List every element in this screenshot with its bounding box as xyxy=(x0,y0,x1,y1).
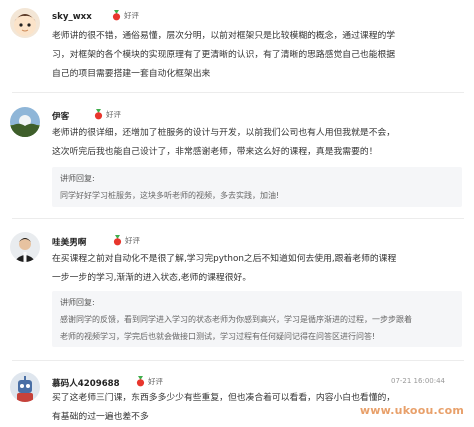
rating-label: 好评 xyxy=(148,377,163,386)
divider xyxy=(12,218,464,219)
content-line: 老师讲的很不错，通俗易懂，层次分明，以前对框架只是比较模糊的概念，通过课程的学 xyxy=(52,31,396,41)
content-line: 一步一步的学习,渐渐的进入状态,老师的课程很好。 xyxy=(52,272,252,283)
medal-icon xyxy=(94,109,103,120)
medal-icon xyxy=(136,376,145,387)
rating-label: 好评 xyxy=(124,11,139,20)
rating-badge: 好评 xyxy=(94,109,121,120)
reply-title: 讲师回复: xyxy=(60,298,95,307)
rating-label: 好评 xyxy=(125,236,140,245)
reply-title: 讲师回复: xyxy=(60,174,95,183)
user-avatar[interactable] xyxy=(10,372,40,402)
avatar-landscape-icon xyxy=(10,107,40,137)
divider xyxy=(12,92,464,93)
reply-line: 同学好好学习桩服务，这块多听老师的视频，多去实践，加油! xyxy=(60,191,280,200)
avatar-robot-icon xyxy=(10,372,40,402)
medal-icon xyxy=(113,235,122,246)
user-avatar[interactable] xyxy=(10,8,40,38)
reply-line: 老师的视频学习，学完后也就会做接口测试，学习过程有任何疑问记得在问答区进行问答! xyxy=(60,332,376,341)
avatar-person-icon xyxy=(10,232,40,262)
content-line: 自己的项目需要搭建一套自动化框架出来 xyxy=(52,68,211,79)
username[interactable]: sky_wxx xyxy=(52,12,92,22)
user-avatar[interactable] xyxy=(10,232,40,262)
watermark: www.ukoou.com xyxy=(359,404,464,417)
rating-badge: 好评 xyxy=(113,235,140,246)
content-line: 习，对框架的各个模块的实现原理有了更清晰的认识，有了清晰的思路感觉自己也能根据 xyxy=(52,49,396,60)
review-content: 老师讲的很不错，通俗易懂，层次分明，以前对框架只是比较模糊的概念，通过课程的学 … xyxy=(52,27,457,83)
rating-badge: 好评 xyxy=(136,376,163,387)
review-timestamp: 07-21 16:00:44 xyxy=(390,377,445,385)
instructor-reply: 讲师回复: 同学好好学习桩服务，这块多听老师的视频，多去实践，加油! xyxy=(52,167,462,207)
rating-badge: 好评 xyxy=(112,10,139,21)
content-line: 在买课程之前对自动化不是很了解,学习完python之后不知道如何去使用,跟着老师… xyxy=(52,254,397,264)
medal-icon xyxy=(112,10,121,21)
content-line: 这次听完后我也能自己设计了，非常感谢老师，带来这么好的课程，真是我需要的！ xyxy=(52,146,378,157)
reply-line: 感谢同学的反馈，看到同学进入学习的状态老师为你感到高兴，学习是循序渐进的过程，一… xyxy=(60,315,412,324)
review-content: 老师讲的很详细，还增加了桩服务的设计与开发，以前我们公司也有人用但我就是不会， … xyxy=(52,124,457,162)
username[interactable]: 慕码人4209688 xyxy=(52,377,120,389)
username[interactable]: 哇美男啊 xyxy=(52,236,86,248)
content-line: 老师讲的很详细，还增加了桩服务的设计与开发，以前我们公司也有人用但我就是不会， xyxy=(52,128,396,138)
avatar-cartoon-icon xyxy=(10,8,40,38)
review-content: 在买课程之前对自动化不是很了解,学习完python之后不知道如何去使用,跟着老师… xyxy=(52,250,457,288)
instructor-reply: 讲师回复: 感谢同学的反馈，看到同学进入学习的状态老师为你感到高兴，学习是循序渐… xyxy=(52,291,462,347)
divider xyxy=(12,360,464,361)
username[interactable]: 伊客 xyxy=(52,110,69,122)
rating-label: 好评 xyxy=(106,110,121,119)
user-avatar[interactable] xyxy=(10,107,40,137)
